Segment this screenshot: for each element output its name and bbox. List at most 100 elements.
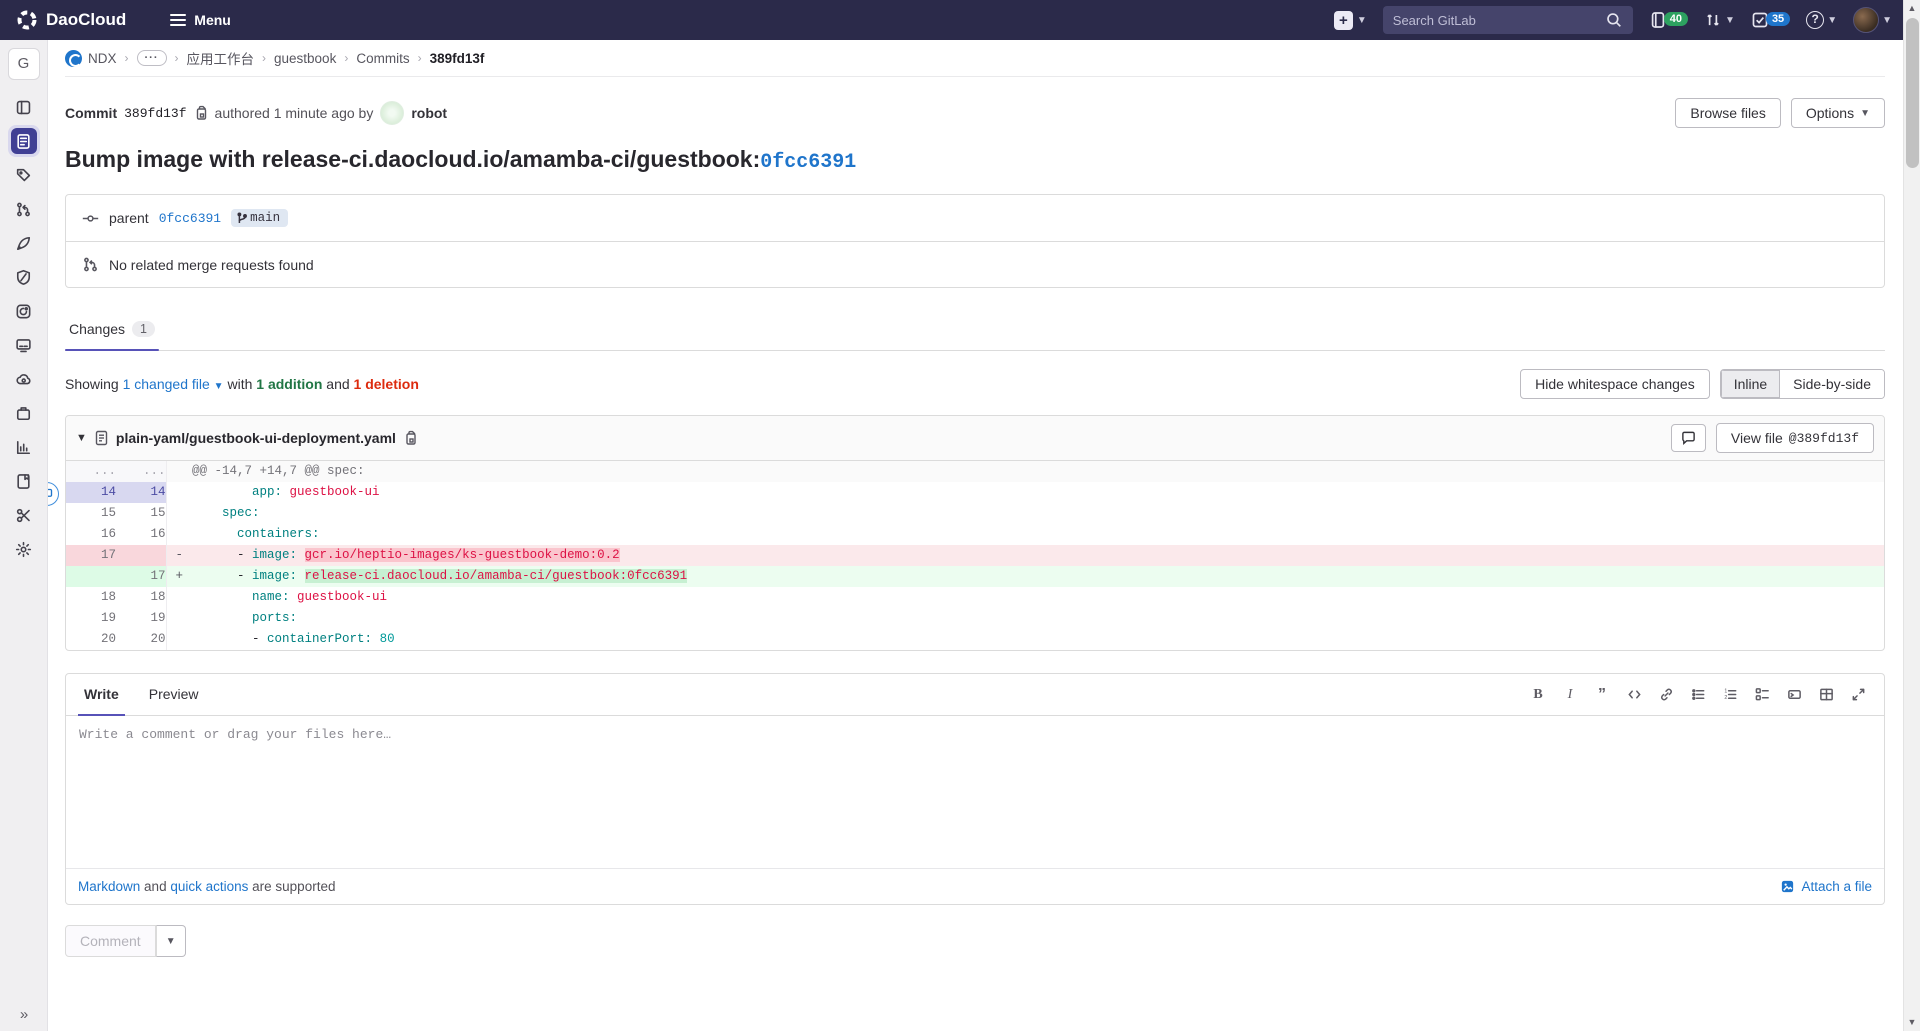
italic-button[interactable]: I <box>1556 682 1584 708</box>
branch-badge[interactable]: main <box>231 209 288 227</box>
sidebar-item-settings[interactable] <box>0 532 48 566</box>
link-button[interactable] <box>1652 682 1680 708</box>
breadcrumb-separator: › <box>344 51 348 65</box>
help-menu-button[interactable]: ? ▼ <box>1806 11 1837 29</box>
diff-row: 17- - image: gcr.io/heptio-images/ks-gue… <box>66 545 1884 566</box>
new-line-number[interactable] <box>116 545 166 566</box>
view-file-button[interactable]: View file @389fd13f <box>1716 423 1874 453</box>
new-line-number[interactable]: 17 <box>116 566 166 587</box>
sidebar-expand-button[interactable]: » <box>0 1006 48 1023</box>
scrollbar-thumb[interactable] <box>1906 18 1919 168</box>
old-line-number[interactable]: 20 <box>66 629 116 650</box>
table-button[interactable] <box>1812 682 1840 708</box>
daocloud-logo[interactable]: DaoCloud <box>16 9 126 31</box>
breadcrumb-item-0[interactable]: NDX <box>65 50 117 67</box>
sidebar-item-releases[interactable] <box>0 294 48 328</box>
comment-button[interactable]: Comment <box>65 925 156 957</box>
quote-button[interactable]: ” <box>1588 682 1616 708</box>
fullscreen-button[interactable] <box>1844 682 1872 708</box>
user-menu-button[interactable]: ▼ <box>1853 7 1892 33</box>
sidebar-item-security[interactable] <box>0 260 48 294</box>
bullet-list-button[interactable] <box>1684 682 1712 708</box>
merge-requests-shortcut-button[interactable]: ▼ <box>1704 11 1735 29</box>
old-line-number[interactable]: ... <box>66 461 116 482</box>
comment-type-dropdown[interactable]: ▼ <box>156 925 186 957</box>
code-button[interactable] <box>1620 682 1648 708</box>
numbered-list-button[interactable]: 12 <box>1716 682 1744 708</box>
breadcrumb-item-1[interactable]: ··· <box>137 50 167 66</box>
new-line-number[interactable]: 19 <box>116 608 166 629</box>
sidebar-item-ci-cd[interactable] <box>0 226 48 260</box>
options-button[interactable]: Options ▼ <box>1791 98 1885 128</box>
sidebar-item-analytics[interactable] <box>0 430 48 464</box>
sidebar-item-issues[interactable] <box>0 158 48 192</box>
sidebar-item-repository[interactable] <box>0 124 48 158</box>
new-line-number[interactable]: ... <box>116 461 166 482</box>
collapsible-section-icon <box>1787 687 1802 702</box>
comment-textarea[interactable] <box>68 718 1882 866</box>
quick-actions-link[interactable]: quick actions <box>170 879 248 894</box>
diff-row: 17+ - image: release-ci.daocloud.io/amam… <box>66 566 1884 587</box>
scroll-down-arrow[interactable]: ▼ <box>1904 1014 1920 1031</box>
sidebar-item-project-information[interactable] <box>0 90 48 124</box>
author-name[interactable]: robot <box>411 105 447 121</box>
side-by-side-view-button[interactable]: Side-by-side <box>1780 370 1884 398</box>
parent-sha-link[interactable]: 0fcc6391 <box>159 211 221 226</box>
editor-header: Write Preview BI” 12 <box>66 674 1884 716</box>
new-line-number[interactable]: 14 <box>116 482 166 503</box>
old-line-number[interactable]: 14 <box>66 482 116 503</box>
commit-title-hash-link[interactable]: 0fcc6391 <box>760 151 856 174</box>
sidebar-item-merge-requests[interactable] <box>0 192 48 226</box>
page-scrollbar[interactable]: ▲ ▼ <box>1903 0 1920 1031</box>
old-line-number[interactable]: 19 <box>66 608 116 629</box>
old-line-number[interactable]: 17 <box>66 545 116 566</box>
new-line-number[interactable]: 20 <box>116 629 166 650</box>
daocloud-logo-icon <box>16 9 38 31</box>
copy-file-path-icon[interactable] <box>403 430 418 446</box>
additions-count: 1 addition <box>256 376 322 392</box>
bold-button[interactable]: B <box>1524 682 1552 708</box>
breadcrumb-item-3[interactable]: guestbook <box>274 51 336 66</box>
breadcrumb-item-4[interactable]: Commits <box>356 51 409 66</box>
old-line-number[interactable]: 18 <box>66 587 116 608</box>
author-avatar[interactable] <box>380 101 404 125</box>
diff-table: ......@@ -14,7 +14,7 @@ spec:1414 app: g… <box>66 461 1884 650</box>
menu-button[interactable]: Menu <box>170 11 231 29</box>
commit-label: Commit <box>65 105 117 121</box>
tab-changes[interactable]: Changes 1 <box>65 310 159 350</box>
toggle-comments-button[interactable] <box>1671 424 1706 452</box>
old-line-number[interactable] <box>66 566 116 587</box>
markdown-link[interactable]: Markdown <box>78 879 140 894</box>
task-list-button[interactable] <box>1748 682 1776 708</box>
sidebar-item-packages[interactable] <box>0 396 48 430</box>
sidebar-item-monitor[interactable] <box>0 328 48 362</box>
collapse-file-chevron-icon[interactable]: ▼ <box>76 432 87 444</box>
changed-files-dropdown[interactable]: 1 changed file ▼ <box>123 376 224 392</box>
collapsible-section-button[interactable] <box>1780 682 1808 708</box>
old-line-number[interactable]: 15 <box>66 503 116 524</box>
tab-write[interactable]: Write <box>78 674 125 715</box>
old-line-number[interactable]: 16 <box>66 524 116 545</box>
new-line-number[interactable]: 16 <box>116 524 166 545</box>
new-menu-button[interactable]: + ▼ <box>1334 11 1367 30</box>
new-line-number[interactable]: 15 <box>116 503 166 524</box>
search-input[interactable]: Search GitLab <box>1383 6 1633 34</box>
sidebar-item-wiki[interactable] <box>0 464 48 498</box>
attach-file-button[interactable]: Attach a file <box>1780 879 1872 894</box>
sidebar-item-infrastructure[interactable] <box>0 362 48 396</box>
breadcrumb-item-2[interactable]: 应用工作台 <box>187 48 255 68</box>
sidebar-item-snippets[interactable] <box>0 498 48 532</box>
browse-files-button[interactable]: Browse files <box>1675 98 1780 128</box>
file-path[interactable]: plain-yaml/guestbook-ui-deployment.yaml <box>116 430 396 446</box>
scroll-up-arrow[interactable]: ▲ <box>1904 0 1920 17</box>
new-line-number[interactable]: 18 <box>116 587 166 608</box>
branch-name: main <box>250 211 280 225</box>
issues-shortcut-button[interactable]: 40 <box>1649 11 1688 29</box>
project-avatar[interactable]: G <box>8 48 40 80</box>
breadcrumb-item-5[interactable]: 389fd13f <box>430 51 485 66</box>
tab-preview[interactable]: Preview <box>143 674 205 715</box>
copy-sha-icon[interactable] <box>194 105 208 121</box>
hide-whitespace-button[interactable]: Hide whitespace changes <box>1520 369 1710 399</box>
inline-view-button[interactable]: Inline <box>1721 370 1780 398</box>
todos-shortcut-button[interactable]: 35 <box>1751 11 1790 29</box>
